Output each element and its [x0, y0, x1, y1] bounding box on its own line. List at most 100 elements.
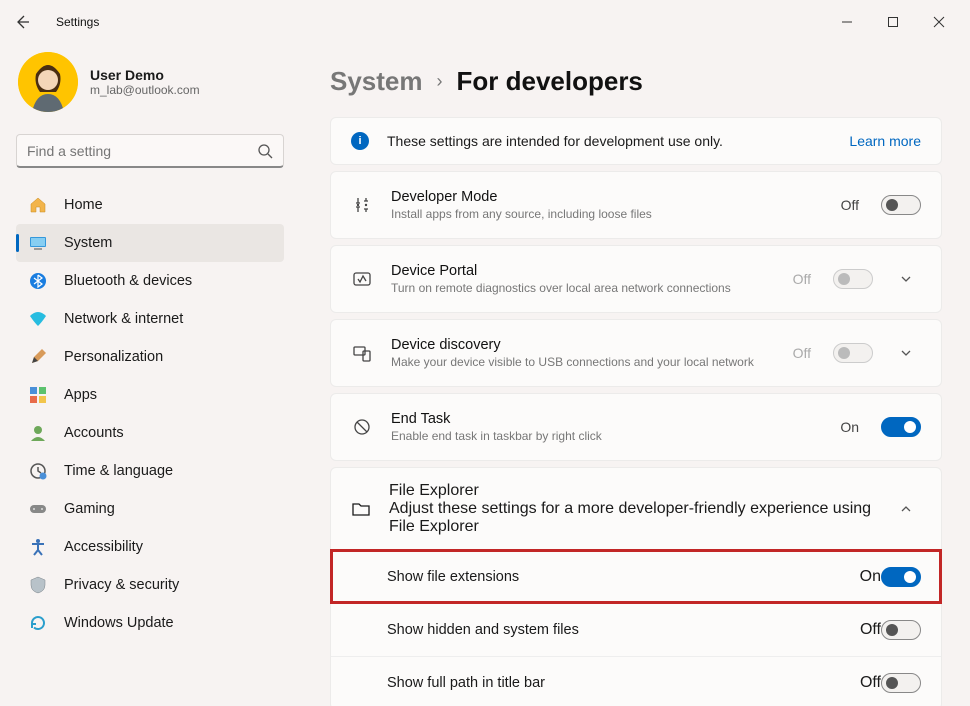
window-title: Settings: [56, 15, 99, 29]
nav-label: Personalization: [64, 349, 163, 365]
search-box[interactable]: [16, 134, 284, 168]
sub-title: Show file extensions: [387, 569, 860, 585]
breadcrumb-current: For developers: [457, 66, 643, 97]
row-title: Device Portal: [391, 263, 775, 279]
toggle-state: Off: [860, 674, 881, 692]
user-profile[interactable]: User Demo m_lab@outlook.com: [16, 44, 284, 134]
user-name: User Demo: [90, 67, 200, 83]
nav-label: Privacy & security: [64, 577, 179, 593]
device-portal-icon: [351, 268, 373, 290]
file-explorer-icon: [351, 499, 371, 519]
end-task-toggle[interactable]: [881, 417, 921, 437]
row-desc: Install apps from any source, including …: [391, 207, 823, 221]
row-device-discovery[interactable]: Device discovery Make your device visible…: [330, 319, 942, 387]
row-title: End Task: [391, 411, 822, 427]
row-title: Device discovery: [391, 337, 775, 353]
breadcrumb: System › For developers: [330, 66, 942, 97]
developer-mode-icon: [351, 194, 373, 216]
row-desc: Turn on remote diagnostics over local ar…: [391, 281, 775, 295]
row-title: Developer Mode: [391, 189, 823, 205]
expand-button[interactable]: [891, 272, 921, 286]
gaming-icon: [28, 499, 48, 519]
sub-title: Show hidden and system files: [387, 622, 860, 638]
show-file-extensions-toggle[interactable]: [881, 567, 921, 587]
nav-label: System: [64, 235, 112, 251]
system-icon: [28, 233, 48, 253]
sub-title: Show full path in title bar: [387, 675, 860, 691]
nav-accounts[interactable]: Accounts: [16, 414, 284, 452]
nav-label: Home: [64, 197, 103, 213]
chevron-right-icon: ›: [437, 71, 443, 92]
file-explorer-group: File ExplorerAdjust these settings for a…: [330, 467, 942, 706]
close-button[interactable]: [916, 6, 962, 38]
user-email: m_lab@outlook.com: [90, 83, 200, 97]
nav-gaming[interactable]: Gaming: [16, 490, 284, 528]
nav-label: Accessibility: [64, 539, 143, 555]
network-icon: [28, 309, 48, 329]
end-task-icon: [351, 416, 373, 438]
maximize-button[interactable]: [870, 6, 916, 38]
expand-button[interactable]: [891, 346, 921, 360]
nav-accessibility[interactable]: Accessibility: [16, 528, 284, 566]
personalization-icon: [28, 347, 48, 367]
breadcrumb-parent[interactable]: System: [330, 66, 423, 97]
toggle-state: On: [860, 568, 881, 586]
nav-label: Time & language: [64, 463, 173, 479]
nav-personalization[interactable]: Personalization: [16, 338, 284, 376]
time-icon: [28, 461, 48, 481]
collapse-button[interactable]: [891, 502, 921, 516]
developer-mode-toggle[interactable]: [881, 195, 921, 215]
info-icon: i: [351, 132, 369, 150]
nav-label: Gaming: [64, 501, 115, 517]
nav-privacy[interactable]: Privacy & security: [16, 566, 284, 604]
row-desc: Adjust these settings for a more develop…: [389, 500, 873, 536]
row-file-explorer[interactable]: File ExplorerAdjust these settings for a…: [331, 468, 941, 550]
nav-system[interactable]: System: [16, 224, 284, 262]
nav-label: Bluetooth & devices: [64, 273, 192, 289]
nav-home[interactable]: Home: [16, 186, 284, 224]
search-input[interactable]: [27, 143, 257, 159]
toggle-state: Off: [793, 345, 811, 361]
accounts-icon: [28, 423, 48, 443]
accessibility-icon: [28, 537, 48, 557]
row-device-portal[interactable]: Device Portal Turn on remote diagnostics …: [330, 245, 942, 313]
info-banner: i These settings are intended for develo…: [330, 117, 942, 165]
apps-icon: [28, 385, 48, 405]
device-discovery-icon: [351, 342, 373, 364]
nav-network[interactable]: Network & internet: [16, 300, 284, 338]
toggle-state: Off: [841, 197, 859, 213]
main-content: System › For developers i These settings…: [300, 44, 970, 706]
device-discovery-toggle[interactable]: [833, 343, 873, 363]
title-bar: Settings: [0, 0, 970, 44]
row-show-full-path[interactable]: Show full path in title bar Off: [331, 656, 941, 706]
nav-update[interactable]: Windows Update: [16, 604, 284, 642]
toggle-state: Off: [793, 271, 811, 287]
row-developer-mode[interactable]: Developer Mode Install apps from any sour…: [330, 171, 942, 239]
toggle-state: On: [840, 419, 859, 435]
row-desc: Make your device visible to USB connecti…: [391, 355, 775, 369]
back-button[interactable]: [8, 7, 38, 37]
device-portal-toggle[interactable]: [833, 269, 873, 289]
avatar: [18, 52, 78, 112]
nav-list: Home System Bluetooth & devices Network …: [16, 186, 284, 642]
nav-label: Accounts: [64, 425, 124, 441]
home-icon: [28, 195, 48, 215]
nav-time[interactable]: Time & language: [16, 452, 284, 490]
minimize-button[interactable]: [824, 6, 870, 38]
sidebar: User Demo m_lab@outlook.com Home System …: [0, 44, 300, 706]
update-icon: [28, 613, 48, 633]
bluetooth-icon: [28, 271, 48, 291]
nav-label: Apps: [64, 387, 97, 403]
row-title: File Explorer: [389, 482, 873, 500]
search-icon: [257, 143, 273, 159]
row-show-file-extensions[interactable]: Show file extensions On: [331, 550, 941, 603]
row-desc: Enable end task in taskbar by right clic…: [391, 429, 822, 443]
row-end-task[interactable]: End Task Enable end task in taskbar by ri…: [330, 393, 942, 461]
nav-bluetooth[interactable]: Bluetooth & devices: [16, 262, 284, 300]
row-show-hidden-files[interactable]: Show hidden and system files Off: [331, 603, 941, 656]
nav-apps[interactable]: Apps: [16, 376, 284, 414]
show-full-path-toggle[interactable]: [881, 673, 921, 693]
nav-label: Network & internet: [64, 311, 183, 327]
show-hidden-files-toggle[interactable]: [881, 620, 921, 640]
learn-more-link[interactable]: Learn more: [849, 133, 921, 149]
